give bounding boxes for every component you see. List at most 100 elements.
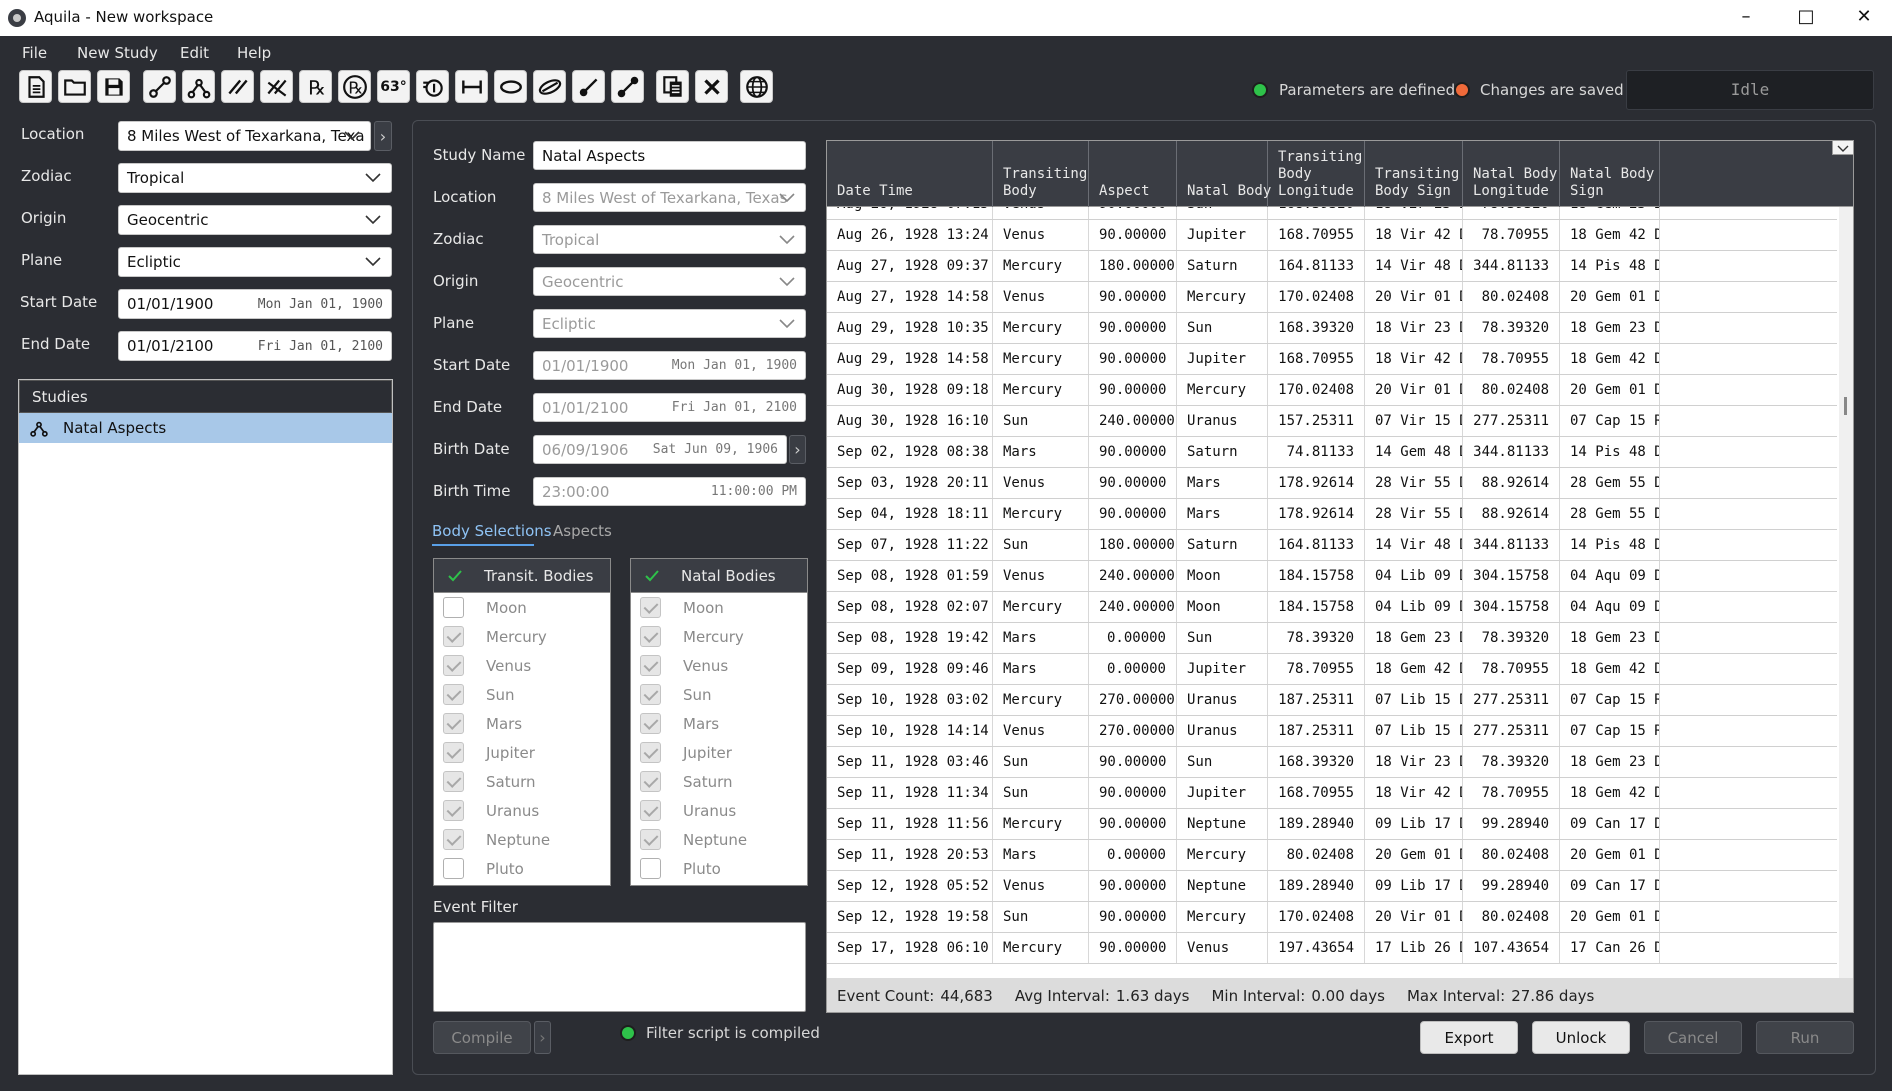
study-origin-select[interactable]: Geocentric	[533, 267, 806, 296]
natal-aspects-icon[interactable]	[182, 70, 215, 103]
table-row[interactable]: Sep 08, 1928 01:59:49Venus240.00000Moon1…	[827, 561, 1837, 592]
table-row[interactable]: Sep 04, 1928 18:11:22Mercury90.00000Mars…	[827, 499, 1837, 530]
cancel-button[interactable]: Cancel	[1644, 1021, 1742, 1054]
study-end-input[interactable]: 01/01/2100 Fri Jan 01, 2100	[533, 393, 806, 422]
menu-file[interactable]: File	[22, 44, 47, 62]
study-item-natal-aspects[interactable]: Natal Aspects	[19, 413, 392, 443]
column-header[interactable]: Transiting Body Longitude	[1268, 141, 1365, 207]
table-row[interactable]: Aug 30, 1928 16:10:17Sun240.00000Uranus1…	[827, 406, 1837, 437]
natal-item-saturn[interactable]: Saturn	[631, 767, 807, 796]
table-row[interactable]: Aug 30, 1928 09:18:34Mercury90.00000Merc…	[827, 375, 1837, 406]
node-line-icon[interactable]	[611, 70, 644, 103]
checkbox[interactable]	[443, 713, 464, 734]
table-row[interactable]: Sep 10, 1928 03:02:14Mercury270.00000Ura…	[827, 685, 1837, 716]
table-row[interactable]: Sep 08, 1928 02:07:01Mercury240.00000Moo…	[827, 592, 1837, 623]
table-row[interactable]: Sep 08, 1928 19:42:44Mars0.00000Sun78.39…	[827, 623, 1837, 654]
retrograde-circle-icon[interactable]: ℞	[338, 70, 371, 103]
tab-body-selections[interactable]: Body Selections	[432, 522, 552, 540]
table-row[interactable]: Sep 12, 1928 19:58:38Sun90.00000Mercury1…	[827, 902, 1837, 933]
column-header[interactable]: Transiting Body Sign	[1365, 141, 1463, 207]
study-zodiac-select[interactable]: Tropical	[533, 225, 806, 254]
menu-help[interactable]: Help	[237, 44, 271, 62]
save-icon[interactable]	[97, 70, 130, 103]
event-filter-editor[interactable]	[433, 922, 806, 1012]
natal-item-mars[interactable]: Mars	[631, 709, 807, 738]
start-date-input[interactable]: 01/01/1900 Mon Jan 01, 1900	[118, 289, 392, 319]
transit-item-neptune[interactable]: Neptune	[434, 825, 610, 854]
table-row[interactable]: Sep 10, 1928 14:14:20Venus270.00000Uranu…	[827, 716, 1837, 747]
column-menu-button[interactable]	[1832, 140, 1854, 155]
table-row[interactable]: Sep 09, 1928 09:46:03Mars0.00000Jupiter7…	[827, 654, 1837, 685]
column-header[interactable]: Aspect	[1089, 141, 1177, 207]
column-header[interactable]: Date Time	[827, 141, 993, 207]
checkbox[interactable]	[443, 771, 464, 792]
location-next-button[interactable]: ›	[374, 121, 392, 151]
menu-edit[interactable]: Edit	[180, 44, 209, 62]
table-row[interactable]: Sep 02, 1928 08:38:13Mars90.00000Saturn7…	[827, 437, 1837, 468]
orbit-icon[interactable]	[533, 70, 566, 103]
table-row[interactable]: Aug 29, 1928 10:35:44Mercury90.00000Sun1…	[827, 313, 1837, 344]
checkbox[interactable]	[443, 829, 464, 850]
checkbox[interactable]	[640, 713, 661, 734]
transit-item-pluto[interactable]: Pluto	[434, 854, 610, 883]
degree-icon[interactable]: 63°	[377, 70, 410, 103]
birth-time-input[interactable]: 23:00:00 11:00:00 PM	[533, 477, 806, 506]
checkbox[interactable]	[640, 771, 661, 792]
menu-new-study[interactable]: New Study	[77, 44, 158, 62]
table-row[interactable]: Sep 07, 1928 11:22:02Sun180.00000Saturn1…	[827, 530, 1837, 561]
natal-item-uranus[interactable]: Uranus	[631, 796, 807, 825]
transit-item-jupiter[interactable]: Jupiter	[434, 738, 610, 767]
checkbox[interactable]	[443, 684, 464, 705]
aspect-line-icon[interactable]	[143, 70, 176, 103]
export-button[interactable]: Export	[1420, 1021, 1518, 1054]
column-header[interactable]: Natal Body Longitude	[1463, 141, 1560, 207]
checkbox[interactable]	[443, 742, 464, 763]
compile-options-button[interactable]: ›	[534, 1021, 551, 1054]
tab-aspects[interactable]: Aspects	[553, 522, 612, 540]
natal-item-moon[interactable]: Moon	[631, 593, 807, 622]
eclipse-icon[interactable]	[494, 70, 527, 103]
checkbox[interactable]	[443, 655, 464, 676]
checkbox[interactable]	[443, 597, 464, 618]
table-row[interactable]: Aug 26, 1928 13:24:17Venus90.00000Jupite…	[827, 220, 1837, 251]
table-row[interactable]: Sep 03, 1928 20:11:33Venus90.00000Mars17…	[827, 468, 1837, 499]
table-row[interactable]: Aug 29, 1928 14:58:51Mercury90.00000Jupi…	[827, 344, 1837, 375]
parallel-icon[interactable]	[221, 70, 254, 103]
transit-item-uranus[interactable]: Uranus	[434, 796, 610, 825]
table-row[interactable]: Aug 27, 1928 09:37:14Mercury180.00000Sat…	[827, 251, 1837, 282]
ingress-icon[interactable]	[572, 70, 605, 103]
checkbox[interactable]	[640, 655, 661, 676]
checkbox[interactable]	[640, 742, 661, 763]
checkbox[interactable]	[640, 684, 661, 705]
natal-item-jupiter[interactable]: Jupiter	[631, 738, 807, 767]
birth-date-input[interactable]: 06/09/1906 Sat Jun 09, 1906	[533, 435, 787, 464]
checkbox[interactable]	[640, 829, 661, 850]
stationary-icon[interactable]	[416, 70, 449, 103]
table-row[interactable]: Sep 11, 1928 03:46:54Sun90.00000Sun168.3…	[827, 747, 1837, 778]
study-plane-select[interactable]: Ecliptic	[533, 309, 806, 338]
column-header[interactable]: Natal Body Sign	[1560, 141, 1660, 207]
table-row[interactable]: Sep 11, 1928 20:53:44Mars0.00000Mercury8…	[827, 840, 1837, 871]
transit-item-sun[interactable]: Sun	[434, 680, 610, 709]
checkbox[interactable]	[443, 800, 464, 821]
birth-date-next-button[interactable]: ›	[789, 435, 806, 464]
location-select[interactable]: 8 Miles West of Texarkana, Texa	[118, 121, 371, 151]
unlock-button[interactable]: Unlock	[1532, 1021, 1630, 1054]
transit-item-venus[interactable]: Venus	[434, 651, 610, 680]
end-date-input[interactable]: 01/01/2100 Fri Jan 01, 2100	[118, 331, 392, 361]
run-button[interactable]: Run	[1756, 1021, 1854, 1054]
interval-icon[interactable]	[455, 70, 488, 103]
study-location-select[interactable]: 8 Miles West of Texarkana, Texas	[533, 183, 806, 212]
natal-item-sun[interactable]: Sun	[631, 680, 807, 709]
contra-parallel-icon[interactable]	[260, 70, 293, 103]
zodiac-select[interactable]: Tropical	[118, 163, 392, 193]
close-icon[interactable]: ✕	[1836, 0, 1892, 36]
checkbox[interactable]	[443, 626, 464, 647]
table-row[interactable]: Aug 26, 1928 07:15:05Venus90.00000Sun168…	[827, 207, 1837, 220]
natal-item-venus[interactable]: Venus	[631, 651, 807, 680]
checkbox[interactable]	[640, 597, 661, 618]
compile-button[interactable]: Compile	[433, 1021, 531, 1054]
checkbox[interactable]	[640, 800, 661, 821]
study-start-input[interactable]: 01/01/1900 Mon Jan 01, 1900	[533, 351, 806, 380]
open-folder-icon[interactable]	[58, 70, 91, 103]
